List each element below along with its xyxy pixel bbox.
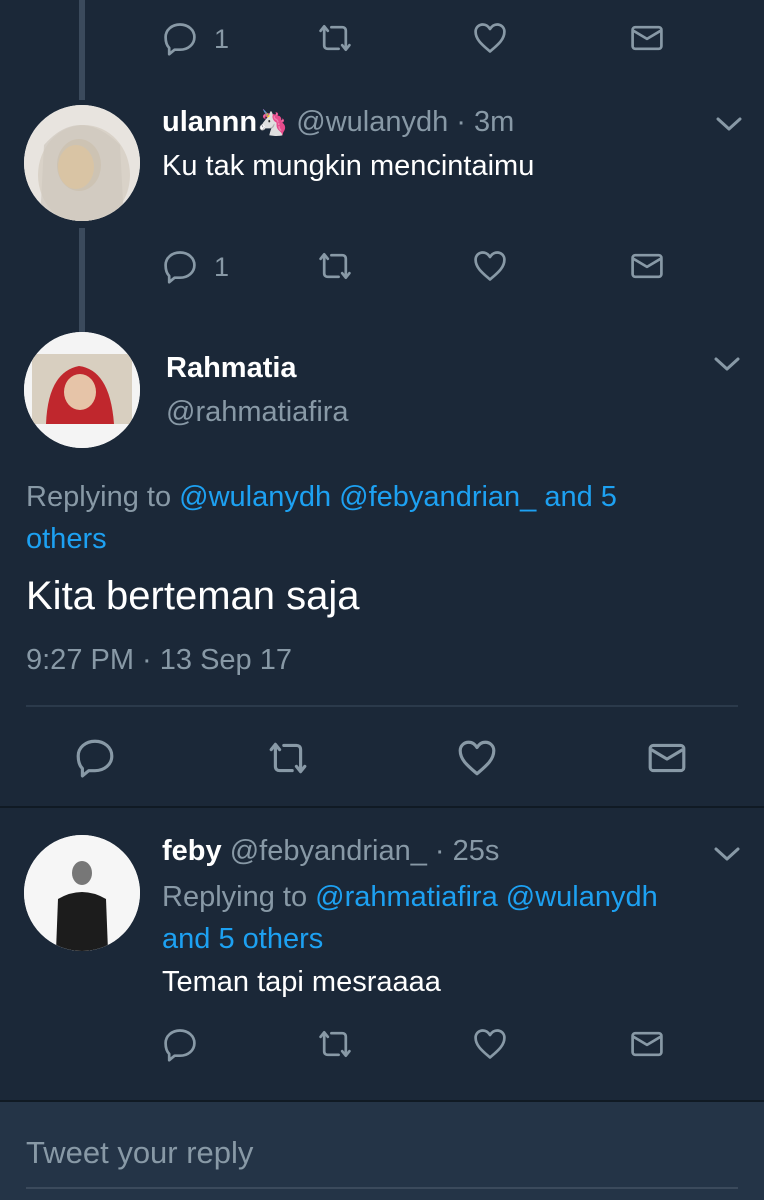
reply-count: 1 <box>214 252 230 282</box>
like-icon[interactable] <box>472 20 508 56</box>
avatar[interactable] <box>24 105 140 221</box>
avatar[interactable] <box>24 835 140 951</box>
tweet-timestamp: 9:27 PM · 13 Sep 17 <box>26 644 292 676</box>
reply-input[interactable] <box>26 1128 738 1178</box>
reply-underline <box>26 1187 738 1189</box>
message-icon[interactable] <box>629 1026 665 1062</box>
display-name[interactable]: Rahmatia <box>166 352 297 385</box>
replying-to: Replying to @wulanydh @febyandrian_ and … <box>26 481 617 555</box>
chevron-down-icon[interactable] <box>714 114 744 139</box>
reply-icon[interactable] <box>162 1026 198 1062</box>
name-emoji: 🦄 <box>257 109 289 137</box>
display-name[interactable]: feby <box>162 835 222 867</box>
retweet-icon[interactable] <box>314 1026 356 1062</box>
thread-line <box>79 0 85 100</box>
tweet-header: ulannn🦄 @wulanydh · 3m <box>162 106 514 139</box>
tweet-text: Kita berteman saja <box>26 574 360 618</box>
avatar[interactable] <box>24 332 140 448</box>
others-link[interactable]: others <box>26 523 107 555</box>
user-handle[interactable]: @wulanydh <box>296 106 448 138</box>
retweet-icon[interactable] <box>264 737 312 779</box>
tweet-text: Ku tak mungkin mencintaimu <box>162 150 535 182</box>
tweet-text: Teman tapi mesraaaa <box>162 966 441 998</box>
reply-icon[interactable] <box>162 20 198 56</box>
display-name[interactable]: ulannn <box>162 106 257 138</box>
like-icon[interactable] <box>472 1026 508 1062</box>
like-icon[interactable] <box>456 737 498 779</box>
divider <box>26 705 738 707</box>
message-icon[interactable] <box>629 20 665 56</box>
message-icon[interactable] <box>629 248 665 284</box>
tweet-header: feby @febyandrian_ · 25s <box>162 835 499 868</box>
user-handle[interactable]: @rahmatiafira <box>166 396 349 429</box>
reply-icon[interactable] <box>74 736 116 778</box>
retweet-icon[interactable] <box>314 248 356 284</box>
others-link[interactable]: and 5 others <box>162 923 323 955</box>
message-icon[interactable] <box>646 737 688 779</box>
reply-icon[interactable] <box>162 248 198 284</box>
retweet-icon[interactable] <box>314 20 356 56</box>
mention-links[interactable]: @wulanydh @febyandrian_ and 5 <box>179 481 617 513</box>
mention-links[interactable]: @rahmatiafira @wulanydh <box>315 881 658 913</box>
divider <box>0 806 764 808</box>
user-handle[interactable]: @febyandrian_ <box>230 835 427 867</box>
chevron-down-icon[interactable] <box>712 354 742 379</box>
like-icon[interactable] <box>472 248 508 284</box>
replying-to: Replying to @rahmatiafira @wulanydh and … <box>162 881 658 955</box>
tweet-time: · 3m <box>456 106 515 138</box>
chevron-down-icon[interactable] <box>712 844 742 869</box>
thread-line <box>79 228 85 332</box>
reply-count: 1 <box>214 24 230 54</box>
tweet-time: · 25s <box>434 835 500 867</box>
